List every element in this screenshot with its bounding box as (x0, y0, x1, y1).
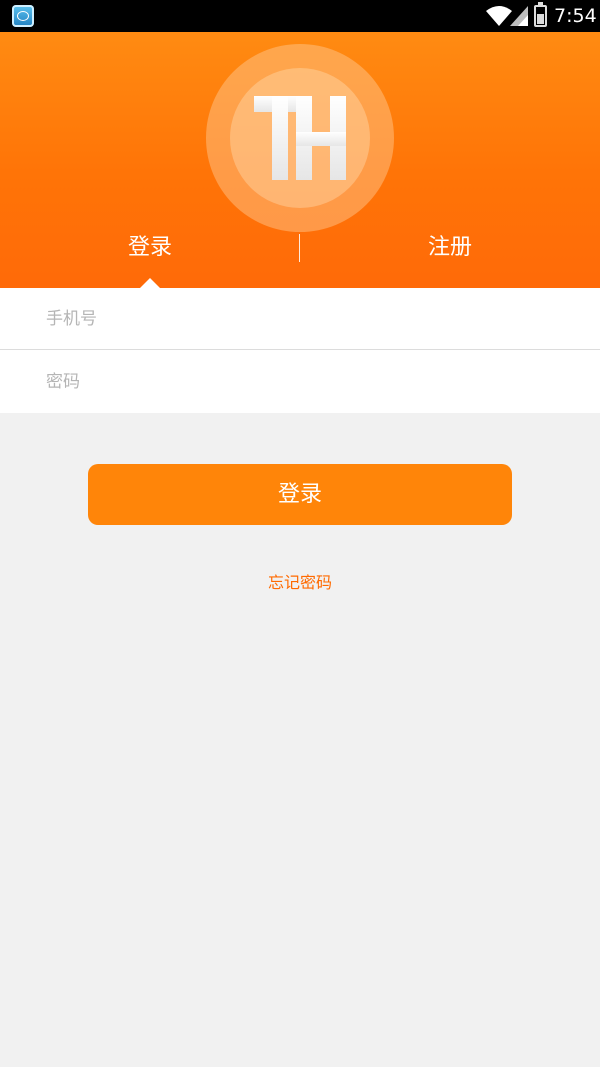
phone-field (0, 288, 600, 350)
login-button[interactable]: 登录 (88, 464, 512, 525)
cell-signal-icon (510, 6, 528, 26)
status-time: 7:54 (554, 5, 597, 27)
login-header: 登录 注册 (0, 32, 600, 288)
forgot-password-link[interactable]: 忘记密码 (200, 570, 400, 596)
password-field (0, 351, 600, 413)
wifi-icon (486, 6, 512, 26)
phone-input[interactable] (46, 288, 566, 350)
login-form (0, 288, 600, 413)
status-bar: 7:54 (0, 0, 600, 32)
tab-register[interactable]: 注册 (300, 228, 600, 268)
active-tab-indicator (140, 278, 160, 288)
th-logo-icon (254, 96, 346, 180)
app-notification-icon (12, 5, 34, 27)
battery-charging-icon (534, 2, 547, 27)
password-input[interactable] (46, 351, 566, 413)
auth-tabs: 登录 注册 (0, 228, 600, 268)
tab-login[interactable]: 登录 (0, 228, 300, 268)
